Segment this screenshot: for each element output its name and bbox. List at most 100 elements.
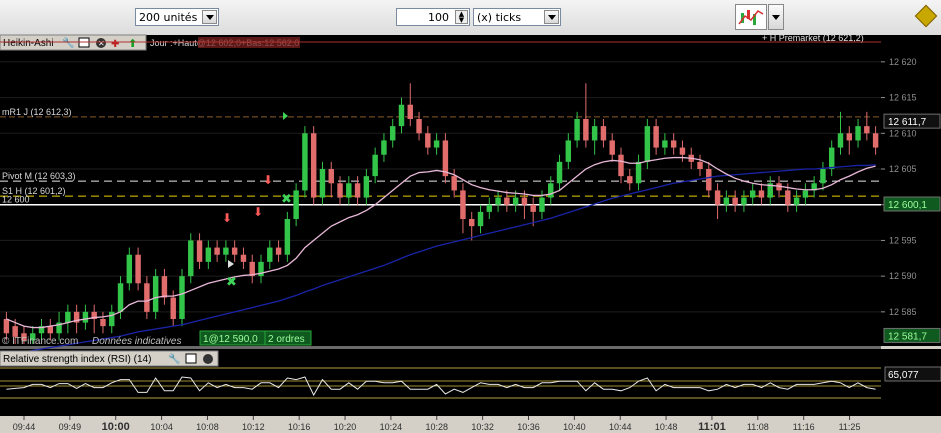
time-tick-label: 11:01 bbox=[698, 421, 726, 433]
buy-icon[interactable]: ⬆ bbox=[128, 37, 137, 50]
order-count-label: 2 ordres bbox=[268, 334, 305, 345]
time-tick-label: 10:24 bbox=[380, 422, 403, 432]
candle-body bbox=[574, 119, 580, 141]
candle-body bbox=[512, 197, 519, 205]
main-plot-background bbox=[0, 35, 881, 346]
candle-body bbox=[117, 283, 124, 312]
candle-body bbox=[346, 183, 352, 198]
time-tick-label: 10:08 bbox=[196, 422, 219, 432]
sell-arrow-icon: ⬇ bbox=[253, 205, 263, 219]
candle-body bbox=[284, 219, 291, 255]
candle-body bbox=[337, 183, 343, 198]
price-box-label: 12 611,7 bbox=[888, 117, 927, 128]
candle-body bbox=[644, 126, 651, 162]
time-tick-label: 10:12 bbox=[242, 422, 265, 432]
candle-body bbox=[828, 147, 835, 169]
candle-body bbox=[846, 133, 852, 141]
candle-body bbox=[100, 319, 106, 327]
candle-body bbox=[275, 247, 282, 255]
candle-body bbox=[205, 247, 212, 262]
candle-body bbox=[310, 133, 317, 198]
candle-body bbox=[864, 126, 870, 134]
panel-title: Heikin-Ashi bbox=[3, 38, 54, 49]
candle-body bbox=[416, 119, 422, 134]
price-tick-label: 12 595 bbox=[889, 235, 917, 245]
time-tick-label: 10:28 bbox=[426, 422, 449, 432]
level-label: mR1 J (12 612,3) bbox=[2, 107, 72, 117]
candle-body bbox=[231, 247, 238, 255]
candle-body bbox=[223, 247, 229, 255]
candle-body bbox=[328, 169, 334, 184]
candle-body bbox=[723, 197, 730, 205]
candle-body bbox=[381, 140, 387, 155]
time-tick-label: 10:44 bbox=[609, 422, 632, 432]
time-tick-label: 09:49 bbox=[59, 422, 82, 432]
candle-body bbox=[530, 204, 536, 212]
candle-body bbox=[354, 183, 361, 198]
time-tick-label: 11:16 bbox=[793, 422, 815, 432]
candle-body bbox=[135, 254, 141, 284]
candle-body bbox=[609, 140, 615, 155]
time-tick-label: 10:36 bbox=[517, 422, 540, 432]
candle-body bbox=[460, 190, 466, 219]
time-tick-label: 10:16 bbox=[288, 422, 311, 432]
price-tick-label: 12 585 bbox=[889, 307, 917, 317]
candle-body bbox=[670, 140, 677, 148]
candle-body bbox=[363, 176, 370, 198]
candle-body bbox=[179, 276, 185, 319]
candle-body bbox=[749, 190, 756, 198]
sell-arrow-icon: ⬇ bbox=[263, 173, 273, 187]
candle-body bbox=[679, 147, 686, 155]
candle-body bbox=[188, 240, 194, 277]
candle-body bbox=[126, 254, 133, 284]
time-tick-label: 09:44 bbox=[13, 422, 36, 432]
price-tick-label: 12 610 bbox=[889, 128, 917, 138]
level-label: Pivot M (12 603,3) bbox=[2, 171, 76, 181]
candle-body bbox=[872, 133, 879, 148]
candle-body bbox=[372, 154, 378, 177]
level-label: 12 600 bbox=[2, 195, 30, 205]
price-tick-label: 12 620 bbox=[889, 57, 917, 67]
price-tick-label: 12 605 bbox=[889, 164, 917, 174]
candle-body bbox=[793, 197, 800, 205]
rsi-title: Relative strength index (RSI) (14) bbox=[3, 354, 151, 365]
time-tick-label: 10:04 bbox=[150, 422, 173, 432]
candle-body bbox=[240, 254, 247, 262]
candle-body bbox=[47, 326, 54, 334]
candle-body bbox=[433, 140, 440, 148]
candle-body bbox=[451, 176, 457, 191]
candle-body bbox=[152, 276, 159, 312]
price-box-label: 12 600,1 bbox=[888, 200, 927, 211]
candle-body bbox=[82, 311, 89, 323]
candle-body bbox=[425, 133, 431, 148]
candle-body bbox=[741, 197, 747, 205]
candle-body bbox=[802, 190, 809, 198]
sell-arrow-icon: ⬇ bbox=[222, 211, 232, 225]
buy-cross-icon: ✖ bbox=[226, 275, 237, 290]
maximize-icon[interactable] bbox=[185, 353, 197, 364]
watermark: © ITFinance.com bbox=[2, 336, 78, 347]
buy-cross-icon: ✖ bbox=[281, 192, 292, 207]
candle-body bbox=[556, 161, 563, 184]
candle-body bbox=[161, 276, 168, 298]
candle-body bbox=[758, 190, 765, 198]
wrench-icon[interactable]: 🔧 bbox=[168, 352, 180, 365]
rsi-value-label: 65,077 bbox=[888, 370, 919, 381]
candle-body bbox=[591, 126, 598, 141]
close-icon[interactable] bbox=[203, 354, 213, 364]
candle-body bbox=[618, 154, 624, 177]
candle-body bbox=[565, 140, 572, 162]
candle-body bbox=[600, 126, 607, 141]
price-box-label: 12 581,7 bbox=[888, 331, 927, 342]
svg-text:✕: ✕ bbox=[98, 39, 105, 48]
candle-body bbox=[65, 311, 71, 323]
candle-body bbox=[583, 119, 589, 141]
sell-icon[interactable]: ✚ bbox=[111, 39, 119, 50]
candle-body bbox=[214, 247, 220, 255]
candle-body bbox=[196, 240, 203, 262]
trading-chart: mR1 J (12 612,3)Pivot M (12 603,3)S1 H (… bbox=[0, 33, 941, 433]
candle-body bbox=[653, 126, 659, 148]
candle-body bbox=[714, 190, 721, 205]
candle-body bbox=[662, 140, 668, 148]
candle-body bbox=[442, 140, 449, 177]
